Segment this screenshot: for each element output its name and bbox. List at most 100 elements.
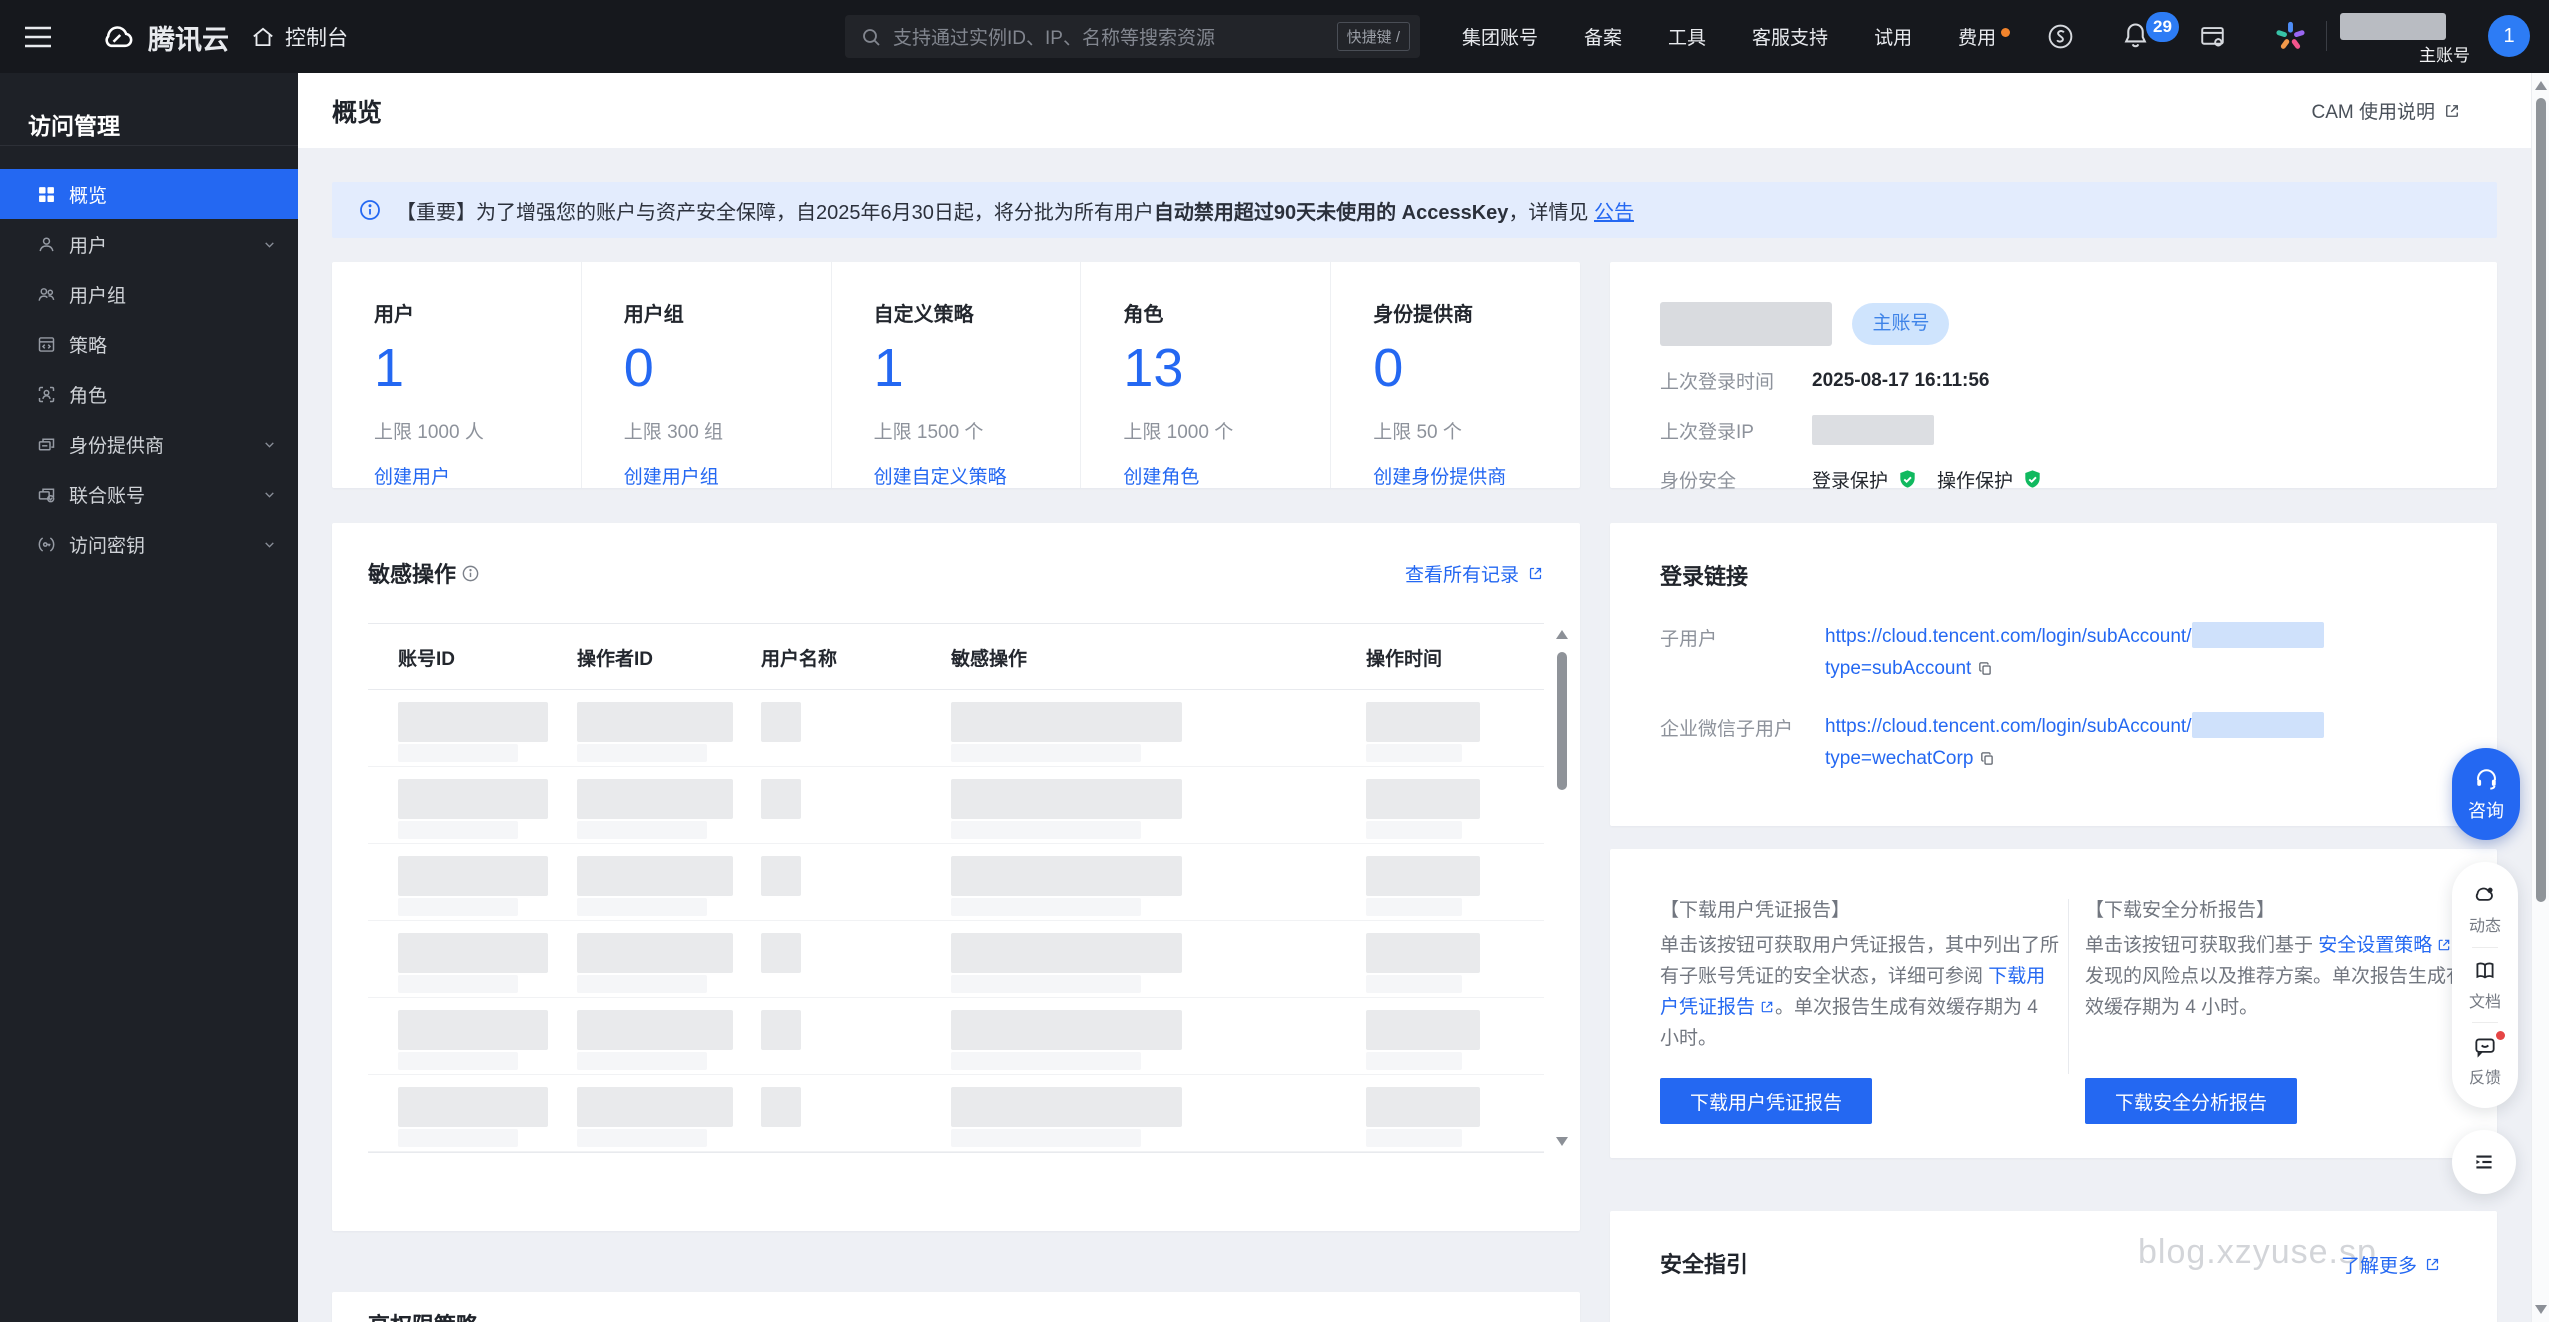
- scroll-up-arrow[interactable]: [2534, 81, 2547, 90]
- security-guide-card: blog.xzyuse.sp 安全指引 了解更多: [1610, 1211, 2497, 1322]
- account-info-card: 主账号 上次登录时间 2025-08-17 16:11:56 上次登录IP 身份…: [1610, 262, 2497, 492]
- keyboard-shortcut-badge: 快捷键 /: [1336, 22, 1410, 51]
- stat-users: 用户 1 上限 1000 人 创建用户: [374, 304, 484, 489]
- high-privilege-policy-card: 高权限策略: [332, 1292, 1580, 1322]
- sidebar-item-roles[interactable]: 角色: [0, 369, 298, 419]
- scroll-down-arrow[interactable]: [1556, 1137, 1568, 1146]
- last-login-time-row: 上次登录时间 2025-08-17 16:11:56: [1660, 369, 1990, 394]
- avatar[interactable]: 1: [2488, 15, 2530, 57]
- chevron-down-icon: [263, 538, 276, 551]
- security-policy-link[interactable]: 安全设置策略: [2318, 935, 2432, 956]
- nav-link-tools[interactable]: 工具: [1668, 23, 1706, 50]
- sidebar-item-identity-providers[interactable]: 身份提供商: [0, 419, 298, 469]
- security-report-section: 【下载安全分析报告】 单击该按钮可获取我们基于 安全设置策略 发现的风险点以及推…: [2085, 900, 2466, 1018]
- sidebar-item-overview[interactable]: 概览: [0, 169, 298, 219]
- cloud-logo-icon: [105, 25, 133, 47]
- stat-roles: 角色 13 上限 1000 个 创建角色: [1080, 262, 1330, 488]
- stats-card: 用户 1 上限 1000 人 创建用户 用户组 0 上限 300 组 创建用户组…: [332, 262, 1580, 488]
- page-scrollbar[interactable]: [2531, 73, 2549, 1322]
- nav-link-icp[interactable]: 备案: [1584, 23, 1622, 50]
- tencent-cloud-logo[interactable]: 腾讯云: [98, 18, 229, 57]
- docs-button[interactable]: 文档: [2469, 958, 2501, 1012]
- sidebar-item-access-keys[interactable]: 访问密钥: [0, 519, 298, 569]
- sidebar-item-users[interactable]: 用户: [0, 219, 298, 269]
- create-idp-link[interactable]: 创建身份提供商: [1373, 462, 1506, 489]
- table-scrollbar[interactable]: [1554, 630, 1570, 1146]
- billing-notice-dot: [2001, 28, 2011, 37]
- global-search-input[interactable]: 支持通过实例ID、IP、名称等搜索资源 快捷键 /: [845, 15, 1420, 58]
- news-button[interactable]: 动态: [2469, 882, 2501, 936]
- info-icon[interactable]: [461, 564, 480, 583]
- login-links-title: 登录链接: [1660, 564, 1749, 589]
- account-role-label: 主账号: [2419, 46, 2470, 65]
- sensitive-operations-table: 账号ID 操作者ID 用户名称 敏感操作 操作时间: [368, 623, 1568, 1153]
- external-link-icon: [2426, 1258, 2439, 1271]
- view-all-records-link[interactable]: 查看所有记录: [1405, 560, 1544, 587]
- create-user-link[interactable]: 创建用户: [374, 462, 450, 489]
- shield-check-icon: [2025, 470, 2040, 488]
- table-row-redacted: [368, 998, 1544, 1075]
- feedback-button[interactable]: 反馈: [2469, 1030, 2505, 1088]
- headset-icon: [2476, 769, 2496, 790]
- copy-icon[interactable]: [1977, 660, 1994, 677]
- access-key-icon: [36, 534, 57, 555]
- account-name-redacted: [2340, 13, 2446, 40]
- stat-custom-policies: 自定义策略 1 上限 1500 个 创建自定义策略: [830, 262, 1081, 489]
- download-security-report-button[interactable]: 下载安全分析报告: [2085, 1078, 2297, 1124]
- sidebar: 访问管理 概览 用户 用户组 策略 角色 身份提供商 联合账号 访问密钥: [0, 73, 298, 1322]
- hamburger-menu-icon[interactable]: [24, 24, 52, 50]
- navbar-divider: [2326, 21, 2327, 51]
- create-policy-link[interactable]: 创建自定义策略: [874, 462, 1007, 489]
- login-ip-redacted: [1812, 415, 1934, 445]
- download-credential-report-button[interactable]: 下载用户凭证报告: [1660, 1078, 1872, 1124]
- reports-card: 【下载用户凭证报告】 单击该按钮可获取用户凭证报告，其中列出了所有子账号凭证的安…: [1610, 849, 2497, 1158]
- page-title: 概览: [332, 98, 383, 127]
- scrollbar-thumb[interactable]: [2536, 98, 2546, 902]
- last-login-ip-row: 上次登录IP: [1660, 415, 2497, 445]
- table-row-redacted: [368, 921, 1544, 998]
- assistant-pinwheel-icon[interactable]: [2272, 18, 2309, 55]
- user-group-icon: [36, 284, 57, 305]
- high-privilege-policy-title: 高权限策略: [368, 1313, 478, 1322]
- wechat-sub-user-login-row: 企业微信子用户 https://cloud.tencent.com/login/…: [1660, 711, 2497, 775]
- scroll-up-arrow[interactable]: [1556, 630, 1568, 639]
- chevron-down-icon: [263, 488, 276, 501]
- feedback-notice-dot: [2496, 1030, 2505, 1040]
- scrollbar-thumb[interactable]: [1557, 652, 1567, 790]
- console-home-link[interactable]: 控制台: [250, 22, 348, 52]
- console-settings-icon[interactable]: [2198, 22, 2227, 51]
- table-header-row: 账号ID 操作者ID 用户名称 敏感操作 操作时间: [368, 624, 1544, 690]
- scroll-down-arrow[interactable]: [2535, 1305, 2547, 1314]
- nav-link-support[interactable]: 客服支持: [1752, 23, 1828, 50]
- quick-settings-button[interactable]: [2452, 1130, 2516, 1194]
- floating-toolbar: 动态 文档 反馈: [2452, 862, 2518, 1108]
- policy-icon: [36, 334, 57, 355]
- create-user-group-link[interactable]: 创建用户组: [624, 462, 719, 489]
- cam-help-link[interactable]: CAM 使用说明: [2311, 97, 2461, 124]
- sidebar-item-federated-accounts[interactable]: 联合账号: [0, 469, 298, 519]
- consult-button[interactable]: 咨询: [2452, 748, 2520, 840]
- sidebar-item-user-groups[interactable]: 用户组: [0, 269, 298, 319]
- console-label: 控制台: [285, 27, 348, 50]
- url-redacted-highlight: [2191, 622, 2324, 648]
- wechat-sub-user-login-url[interactable]: https://cloud.tencent.com/login/subAccou…: [1825, 711, 2324, 775]
- federated-account-icon: [36, 484, 57, 505]
- table-row-redacted: [368, 690, 1544, 767]
- copy-icon[interactable]: [1979, 750, 1996, 767]
- url-redacted-highlight: [2191, 712, 2324, 738]
- nav-link-trial[interactable]: 试用: [1874, 23, 1912, 50]
- last-login-time: 2025-08-17 16:11:56: [1812, 369, 1990, 391]
- identity-security-row: 身份安全 登录保护 操作保护: [1660, 466, 2497, 493]
- table-row-redacted: [368, 844, 1544, 921]
- sub-user-login-url[interactable]: https://cloud.tencent.com/login/subAccou…: [1825, 621, 2324, 685]
- sidebar-item-policies[interactable]: 策略: [0, 319, 298, 369]
- learn-more-link[interactable]: 了解更多: [2341, 1251, 2441, 1278]
- sensitive-operations-card: 敏感操作 查看所有记录 账号ID 操作者ID 用户名称 敏感操作 操作时间: [332, 523, 1580, 1231]
- notification-count-badge[interactable]: 29: [2146, 12, 2179, 42]
- create-role-link[interactable]: 创建角色: [1123, 462, 1199, 489]
- nav-link-group-account[interactable]: 集团账号: [1462, 23, 1538, 50]
- savings-s-icon[interactable]: [2046, 22, 2075, 51]
- announcement-link[interactable]: 公告: [1594, 202, 1634, 224]
- nav-link-billing[interactable]: 费用: [1958, 23, 2011, 50]
- sub-user-login-row: 子用户 https://cloud.tencent.com/login/subA…: [1660, 621, 2497, 685]
